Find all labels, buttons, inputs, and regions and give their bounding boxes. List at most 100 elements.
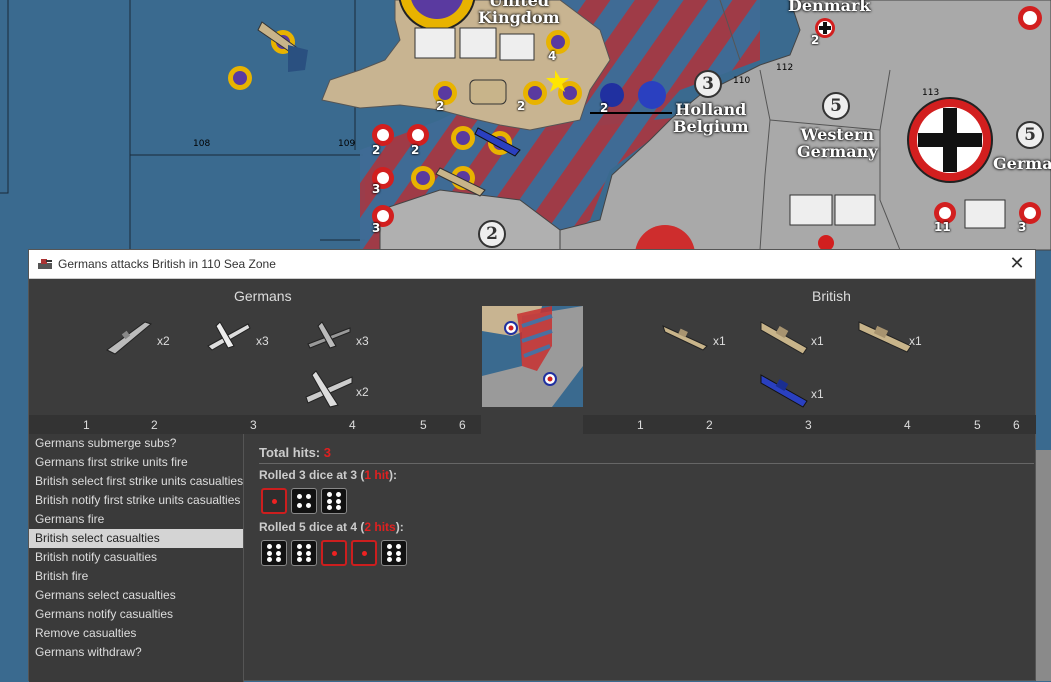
dice-column-label: 2 [151,418,158,432]
dice-column-label: 2 [706,418,713,432]
battle-step-item[interactable]: British notify casualties [29,548,243,567]
die-pip [276,550,282,556]
territory-label-denmark: Denmark [788,0,871,15]
total-hits-label: Total hits: [259,445,321,460]
roll-results: Total hits: 3 Rolled 3 dice at 3 (1 hit)… [259,445,1034,572]
die-pip [266,550,272,556]
territory-label-western-germany: Western Germany [797,125,878,161]
battle-step-item[interactable]: British notify first strike units casual… [29,491,243,510]
battleship-icon [858,321,912,353]
attacker-name: Germans [234,288,292,304]
defender-unit-destroyer[interactable]: x1 [661,316,741,356]
battle-step-item[interactable]: Germans fire [29,510,243,529]
defender-name: British [812,288,851,304]
pu-value-holland: 3 [694,70,722,98]
defender-unit-cruiser[interactable]: x1 [759,316,839,356]
battle-step-item[interactable]: Remove casualties [29,624,243,643]
attacker-unit-submarine[interactable]: x2 [105,316,185,356]
sea-zone-number: 113 [922,88,940,98]
unit-count: 11 [934,220,951,234]
roll-hit-count: 2 hits [364,520,396,534]
die-hit [261,488,287,514]
die-pip [296,556,302,562]
die-pip [276,556,282,562]
attacker-dice-header: 1 2 3 4 5 6 [29,415,481,434]
dice-row [261,488,1034,514]
die-pip [306,556,312,562]
die-pip [326,498,332,504]
dice-column-label: 4 [349,418,356,432]
roll-summary-text: ): [389,468,398,482]
game-icon [38,259,52,269]
die-hit [321,540,347,566]
pu-value-western-germany: 5 [822,92,850,120]
sea-zone-number: 109 [338,139,356,149]
dice-column-label: 5 [974,418,981,432]
dialog-titlebar[interactable]: Germans attacks British in 110 Sea Zone … [29,250,1035,279]
unit-count: 2 [372,143,381,157]
territory-label-united-kingdom: United Kingdom [478,0,560,27]
dice-column-label: 1 [637,418,644,432]
battle-step-item[interactable]: British select casualties [29,529,243,548]
attacker-unit-fighter[interactable]: x3 [204,316,284,356]
pu-value-france: 2 [478,220,506,248]
unit-quantity: x3 [256,334,269,348]
unit-count: 4 [548,49,557,63]
pu-value-germany: 5 [1016,121,1044,149]
roll-summary: Rolled 3 dice at 3 (1 hit): [259,468,1034,482]
close-button[interactable]: ✕ [1007,254,1027,274]
die-pip [396,544,402,550]
dice-column-label: 6 [1013,418,1020,432]
dice-column-label: 1 [83,418,90,432]
attacker-unit-tactical-bomber[interactable]: x3 [304,316,384,356]
die-pip [386,556,392,562]
unit-count: 2 [811,33,820,47]
battle-step-item[interactable]: Germans first strike units fire [29,453,243,472]
battle-step-item[interactable]: Germans withdraw? [29,643,243,662]
die-pip [276,544,282,550]
die-pip [306,544,312,550]
battle-step-item[interactable]: Germans submerge subs? [29,434,243,453]
dice-row [261,540,1034,566]
unit-quantity: x1 [713,334,726,348]
die-pip [326,492,332,498]
die-pip [396,556,402,562]
unit-count: 3 [1018,220,1027,234]
total-hits: Total hits: 3 [259,445,1034,460]
unit-count: 3 [372,182,381,196]
fighter-icon [207,321,251,351]
unit-count: 2 [411,143,420,157]
unit-quantity: x3 [356,334,369,348]
territory-label-holland-belgium: Holland Belgium [673,100,749,136]
battle-step-item[interactable]: Germans select casualties [29,586,243,605]
total-hits-value: 3 [323,445,331,460]
dice-column-label: 6 [459,418,466,432]
roll-summary: Rolled 5 dice at 4 (2 hits): [259,520,1034,534]
attacker-unit-bomber[interactable]: x2 [304,367,384,411]
die-pip [396,550,402,556]
defender-unit-french-cruiser[interactable]: x1 [759,367,839,411]
bomber-icon [305,370,353,408]
destroyer-icon [662,325,708,351]
roll-hit-count: 1 hit [364,468,390,482]
cruiser-icon [760,321,808,355]
die-miss [381,540,407,566]
die-pip [386,544,392,550]
tactical-bomber-icon [307,321,351,349]
die-pip [306,550,312,556]
die-miss [291,540,317,566]
battle-step-item[interactable]: British select first strike units casual… [29,472,243,491]
die-pip [296,550,302,556]
battle-step-item[interactable]: British fire [29,567,243,586]
die-pip [296,544,302,550]
die-pip [361,550,367,556]
territory-label-germany: German [993,154,1051,173]
battle-territory-thumbnail [482,306,583,407]
die-pip [336,492,342,498]
defender-unit-battleship[interactable]: x1 [857,316,937,356]
battle-step-item[interactable]: Germans notify casualties [29,605,243,624]
battle-steps-list[interactable]: Germans submerge subs? Germans first stri… [29,434,244,682]
die-pip [266,556,272,562]
die-pip [326,504,332,510]
battle-dialog[interactable]: Germans attacks British in 110 Sea Zone … [28,249,1036,682]
